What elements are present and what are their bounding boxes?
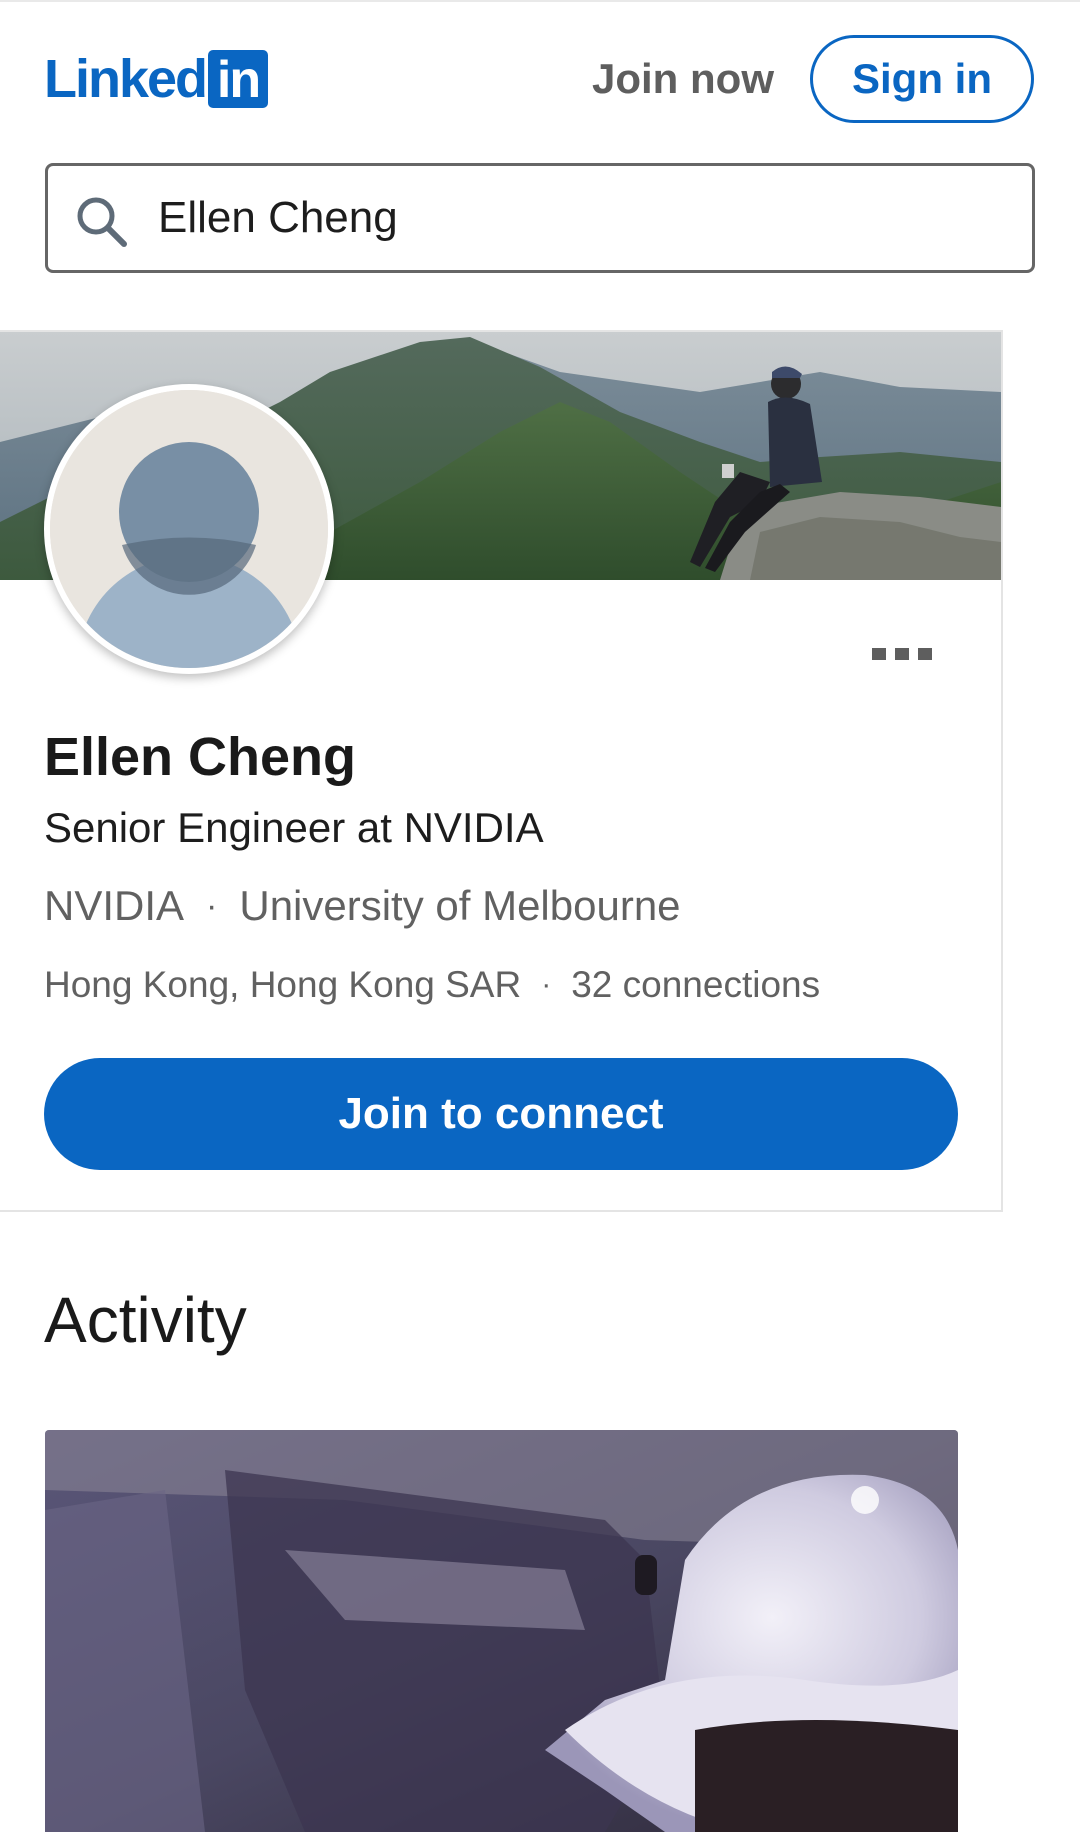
linkedin-logo[interactable]: Linked in: [44, 49, 269, 109]
profile-location-line: Hong Kong, Hong Kong SAR · 32 connection…: [44, 960, 820, 1010]
profile-location: Hong Kong, Hong Kong SAR: [44, 964, 522, 1005]
separator-dot: ·: [541, 968, 552, 1001]
join-to-connect-button[interactable]: Join to connect: [44, 1058, 958, 1170]
profile-connections: 32 connections: [571, 964, 821, 1005]
avatar[interactable]: [44, 384, 334, 674]
more-options-icon[interactable]: [872, 639, 932, 669]
activity-heading: Activity: [44, 1284, 247, 1356]
search-value[interactable]: Ellen Cheng: [158, 166, 398, 270]
profile-company[interactable]: NVIDIA: [44, 878, 184, 934]
join-now-link[interactable]: Join now: [592, 50, 774, 108]
search-input[interactable]: Ellen Cheng: [45, 163, 1035, 273]
logo-wordmark: Linked: [44, 49, 208, 109]
separator-dot: ·: [206, 887, 218, 925]
profile-name: Ellen Cheng: [44, 727, 357, 787]
logo-badge: in: [208, 50, 269, 109]
profile-card: Ellen Cheng Senior Engineer at NVIDIA NV…: [0, 330, 1003, 1212]
activity-post-image[interactable]: [45, 1430, 958, 1832]
top-divider: [0, 0, 1080, 2]
profile-school[interactable]: University of Melbourne: [239, 878, 680, 934]
search-icon: [77, 197, 127, 247]
sign-in-button[interactable]: Sign in: [810, 35, 1034, 123]
default-person-avatar-icon: [50, 390, 328, 668]
page: Linked in Join now Sign in Ellen Cheng E…: [0, 0, 1080, 1832]
profile-headline: Senior Engineer at NVIDIA: [44, 804, 544, 851]
profile-organizations: NVIDIA · University of Melbourne: [44, 878, 681, 934]
